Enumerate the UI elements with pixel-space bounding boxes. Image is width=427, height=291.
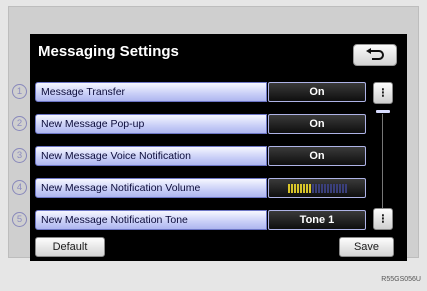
volume-segment <box>296 183 299 193</box>
row-number-badge: 3 <box>12 148 27 163</box>
volume-segment <box>290 183 293 193</box>
volume-segment <box>317 183 320 193</box>
volume-segment <box>344 183 347 193</box>
return-arrow-icon <box>366 48 384 60</box>
row-number-badge: 1 <box>12 84 27 99</box>
row-label: Message Transfer <box>41 86 126 98</box>
back-button[interactable] <box>353 44 397 66</box>
voice-notification-button[interactable]: New Message Voice Notification <box>35 146 267 166</box>
volume-segment <box>302 183 305 193</box>
volume-segment <box>299 183 302 193</box>
row-number-badge: 5 <box>12 212 27 227</box>
row-value: On <box>309 86 325 98</box>
volume-segment <box>332 183 335 193</box>
message-transfer-value[interactable]: On <box>268 82 366 102</box>
volume-segment <box>308 183 311 193</box>
message-transfer-button[interactable]: Message Transfer <box>35 82 267 102</box>
messaging-settings-screen: Messaging Settings Message Transfer On N… <box>30 34 407 261</box>
scroll-down-button[interactable]: ⁝ <box>373 208 393 230</box>
notification-volume-value[interactable] <box>268 178 366 198</box>
new-message-popup-button[interactable]: New Message Pop-up <box>35 114 267 134</box>
volume-segment <box>326 183 329 193</box>
scroll-down-icon: ⁝ <box>380 211 386 226</box>
image-caption: R55GS056U <box>381 276 421 283</box>
save-button[interactable]: Save <box>339 237 394 257</box>
page-title: Messaging Settings <box>38 43 179 60</box>
volume-segment <box>320 183 323 193</box>
volume-segment <box>329 183 332 193</box>
row-value: On <box>309 150 325 162</box>
row-number-badge: 4 <box>12 180 27 195</box>
notification-tone-value[interactable]: Tone 1 <box>268 210 366 230</box>
row-label: New Message Notification Tone <box>41 214 188 226</box>
scroll-track <box>382 114 383 208</box>
save-label: Save <box>353 241 380 253</box>
row-number-badge: 2 <box>12 116 27 131</box>
volume-segment <box>323 183 326 193</box>
volume-segment <box>341 183 344 193</box>
volume-level-bar <box>287 183 347 193</box>
volume-segment <box>305 183 308 193</box>
volume-segment <box>287 183 290 193</box>
default-button[interactable]: Default <box>35 237 105 257</box>
volume-segment <box>314 183 317 193</box>
notification-tone-button[interactable]: New Message Notification Tone <box>35 210 267 230</box>
volume-segment <box>293 183 296 193</box>
row-value: On <box>309 118 325 130</box>
row-label: New Message Notification Volume <box>41 182 201 194</box>
scroll-thumb[interactable] <box>376 110 390 113</box>
default-label: Default <box>52 241 88 253</box>
scroll-up-button[interactable]: ⁝ <box>373 82 393 104</box>
row-value: Tone 1 <box>299 214 335 226</box>
volume-segment <box>311 183 314 193</box>
volume-segment <box>335 183 338 193</box>
notification-volume-button[interactable]: New Message Notification Volume <box>35 178 267 198</box>
new-message-popup-value[interactable]: On <box>268 114 366 134</box>
voice-notification-value[interactable]: On <box>268 146 366 166</box>
row-label: New Message Voice Notification <box>41 150 191 162</box>
volume-segment <box>338 183 341 193</box>
row-label: New Message Pop-up <box>41 118 145 130</box>
scroll-up-icon: ⁝ <box>380 85 386 100</box>
